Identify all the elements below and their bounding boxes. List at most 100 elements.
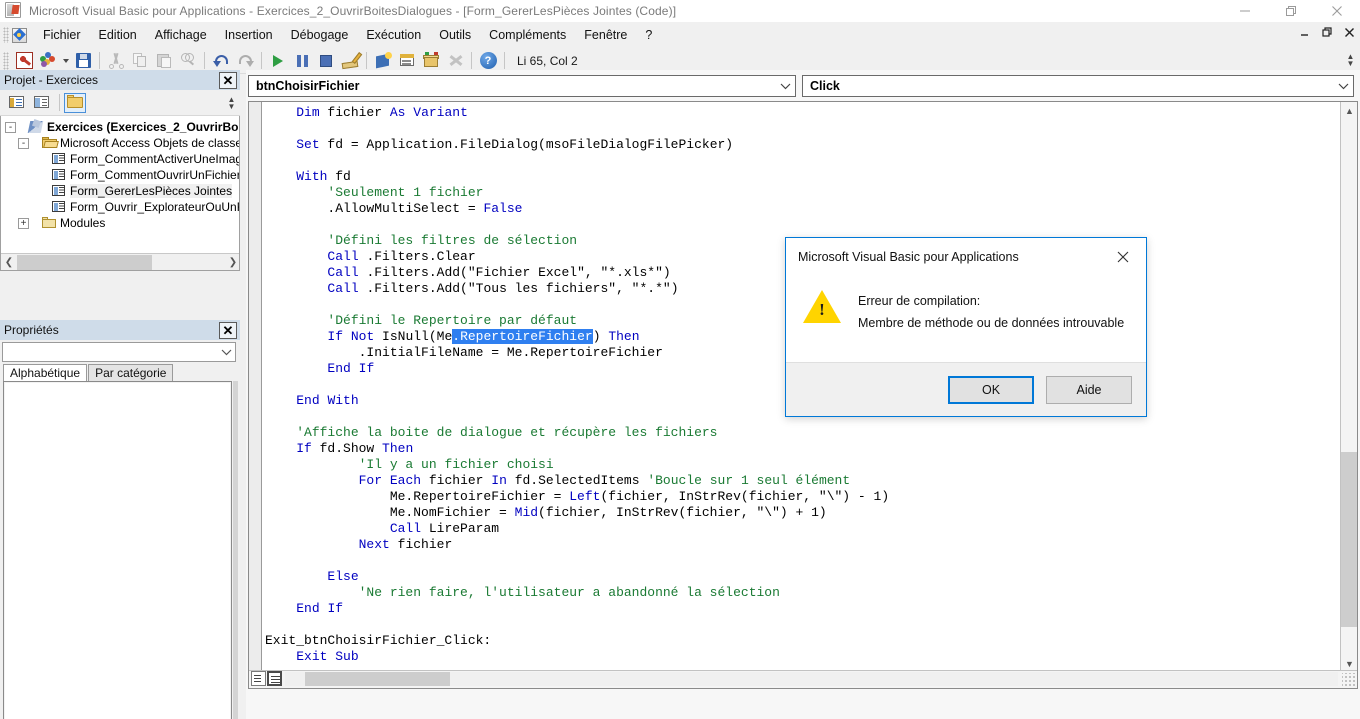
project-panel-close-icon[interactable]: ✕ (219, 71, 237, 89)
toggle-folders-icon[interactable] (64, 92, 86, 113)
minimize-icon[interactable] (1222, 0, 1268, 22)
menu-item-fenetre[interactable]: Fenêtre (575, 24, 636, 46)
tab-par-categorie[interactable]: Par catégorie (88, 364, 174, 382)
code-hscroll-track[interactable]: ❮ (272, 672, 1338, 686)
chevron-down-icon[interactable] (775, 83, 795, 90)
help-icon[interactable]: ? (476, 50, 500, 72)
project-toolbar-separator (59, 94, 60, 111)
view-object-icon[interactable] (30, 93, 52, 113)
toolbar-overflow-icon[interactable]: ▲ ▼ (1344, 50, 1357, 70)
properties-panel-close-icon[interactable]: ✕ (219, 321, 237, 339)
code-span: Next fichier (358, 537, 453, 552)
code-selection: .RepertoireFichier (452, 329, 593, 344)
scroll-up-icon[interactable]: ▲ (1341, 102, 1357, 119)
vba-app-icon[interactable] (11, 27, 28, 44)
find-icon[interactable] (176, 50, 200, 72)
copy-icon[interactable] (128, 50, 152, 72)
code-hscroll-thumb[interactable] (305, 672, 450, 686)
mdi-minimize-icon[interactable] (1294, 21, 1316, 43)
toolbox-icon[interactable] (443, 50, 467, 72)
reset-icon[interactable] (314, 50, 338, 72)
view-code-icon[interactable] (5, 93, 27, 113)
undo-icon[interactable] (209, 50, 233, 72)
code-span: Me.RepertoireFichier = Left(fichier, InS… (265, 489, 890, 504)
ok-button[interactable]: OK (948, 375, 1034, 404)
code-comment: 'Boucle sur 1 seul élément (647, 473, 851, 488)
dialog-body: ! Erreur de compilation: Membre de métho… (786, 276, 1146, 362)
tree-item-form-commentouvrirunfichier[interactable]: Form_CommentOuvrirUnFichierH (5, 167, 239, 183)
properties-vscrollbar[interactable] (233, 381, 238, 719)
tree-item-modules[interactable]: + Modules (5, 215, 239, 231)
tab-alphabetique[interactable]: Alphabétique (3, 364, 88, 382)
code-line: Dim fichier As Variant (265, 105, 1339, 121)
insert-object-dropdown-icon[interactable] (60, 50, 71, 72)
break-icon[interactable] (290, 50, 314, 72)
tree-item-project[interactable]: - Exercices (Exercices_2_OuvrirBoit (5, 119, 239, 135)
mdi-restore-icon[interactable] (1316, 21, 1338, 43)
menu-item-aide[interactable]: ? (636, 24, 661, 46)
code-combos: btnChoisirFichier Click (248, 73, 1358, 99)
tree-item-class-objects[interactable]: - Microsoft Access Objets de classe (5, 135, 239, 151)
project-tree[interactable]: - Exercices (Exercices_2_OuvrirBoit - Mi… (0, 116, 240, 271)
menu-item-fichier[interactable]: Fichier (34, 24, 90, 46)
event-combo[interactable]: Click (802, 75, 1354, 97)
menu-item-complements[interactable]: Compléments (480, 24, 575, 46)
form-module-icon (51, 152, 67, 166)
menu-item-outils[interactable]: Outils (430, 24, 480, 46)
expander-icon[interactable]: - (5, 121, 16, 133)
menu-drag-handle[interactable] (3, 27, 9, 43)
procedure-object-combo[interactable]: btnChoisirFichier (248, 75, 796, 97)
full-module-view-icon[interactable] (267, 671, 282, 686)
menu-item-insertion[interactable]: Insertion (216, 24, 282, 46)
insert-object-icon[interactable] (36, 50, 60, 72)
scroll-right-icon[interactable]: ❯ (225, 255, 239, 270)
procedure-view-icon[interactable] (251, 671, 266, 686)
tree-item-form-gererlespiecesjointes[interactable]: Form_GererLesPièces Jointes (5, 183, 239, 199)
expander-icon[interactable]: - (18, 137, 29, 149)
mdi-close-icon[interactable] (1338, 21, 1360, 43)
restore-icon[interactable] (1268, 0, 1314, 22)
menu-item-debogage[interactable]: Débogage (282, 24, 358, 46)
project-tree-hscrollbar[interactable]: ❮ ❯ (1, 253, 239, 270)
hscroll-track[interactable] (17, 254, 225, 270)
code-span: Exit_btnChoisirFichier_Click: (265, 633, 492, 648)
close-icon[interactable] (1314, 0, 1360, 22)
code-comment: 'Seulement 1 fichier (327, 185, 484, 200)
code-span: Call .Filters.Add("Tous les fichiers", "… (327, 281, 679, 296)
project-toolbar-overflow-icon[interactable]: ▲ ▼ (225, 93, 238, 113)
code-line: With fd (265, 169, 1339, 185)
code-line: Exit Sub (265, 649, 1339, 665)
code-vscrollbar[interactable]: ▲ ▼ (1340, 102, 1357, 688)
object-browser-icon[interactable] (419, 50, 443, 72)
properties-object-combo[interactable] (2, 342, 236, 362)
chevron-down-icon[interactable] (1333, 83, 1353, 90)
run-icon[interactable] (266, 50, 290, 72)
properties-list[interactable] (3, 381, 232, 719)
project-explorer-icon[interactable] (371, 50, 395, 72)
view-access-icon[interactable] (12, 50, 36, 72)
code-margin-indicator[interactable] (249, 102, 262, 688)
menu-item-execution[interactable]: Exécution (357, 24, 430, 46)
properties-window-icon[interactable] (395, 50, 419, 72)
aide-button[interactable]: Aide (1046, 375, 1132, 404)
toolbar-drag-handle[interactable] (3, 51, 9, 70)
project-panel-toolbar: ▲ ▼ (0, 90, 240, 116)
menu-item-affichage[interactable]: Affichage (146, 24, 216, 46)
scroll-left-icon[interactable]: ❮ (1, 255, 17, 270)
redo-icon[interactable] (233, 50, 257, 72)
chevron-down-icon[interactable] (218, 343, 235, 361)
dialog-close-icon[interactable] (1102, 242, 1144, 272)
code-span (265, 425, 296, 440)
menu-item-edition[interactable]: Edition (90, 24, 146, 46)
save-icon[interactable] (71, 50, 95, 72)
paste-icon[interactable] (152, 50, 176, 72)
code-line: For Each fichier In fd.SelectedItems 'Bo… (265, 473, 1339, 489)
expander-icon[interactable]: + (18, 217, 29, 229)
cut-icon[interactable] (104, 50, 128, 72)
resize-grip[interactable] (1342, 673, 1356, 687)
design-mode-icon[interactable] (338, 50, 362, 72)
hscroll-thumb[interactable] (17, 254, 152, 270)
vscroll-thumb[interactable] (1341, 452, 1357, 627)
tree-item-form-ouvrirexplorateur[interactable]: Form_Ouvrir_ExplorateurOuUnF (5, 199, 239, 215)
tree-item-form-commentactiveruneimage[interactable]: Form_CommentActiverUneImag (5, 151, 239, 167)
